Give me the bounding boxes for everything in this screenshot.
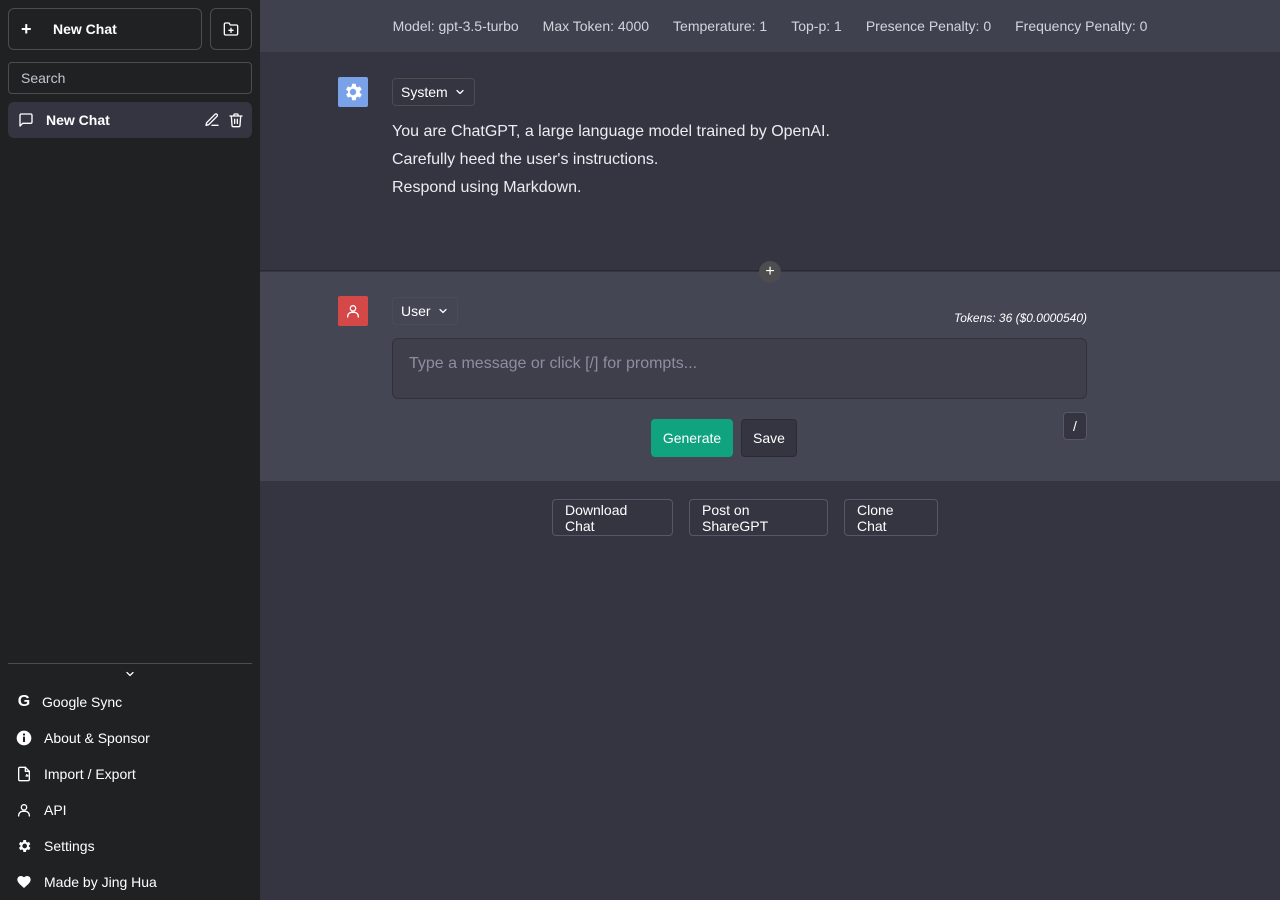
sidebar-divider bbox=[8, 663, 252, 664]
gear-icon bbox=[16, 838, 32, 854]
config-top-p: Top-p: 1 bbox=[791, 18, 842, 34]
role-label: User bbox=[401, 303, 431, 319]
plus-icon: + bbox=[765, 263, 775, 280]
menu-item-label: Import / Export bbox=[44, 766, 136, 782]
chevron-down-icon bbox=[454, 86, 466, 98]
system-line: Carefully heed the user's instructions. bbox=[392, 151, 659, 168]
menu-item-label: API bbox=[44, 802, 67, 818]
info-icon bbox=[16, 730, 32, 746]
menu-item-api[interactable]: API bbox=[8, 792, 252, 828]
menu-item-label: About & Sponsor bbox=[44, 730, 150, 746]
plus-icon: + bbox=[21, 19, 32, 39]
folder-plus-icon bbox=[223, 22, 239, 36]
role-label: System bbox=[401, 84, 448, 100]
search-input[interactable] bbox=[8, 62, 252, 94]
system-message: System You are ChatGPT, a large language… bbox=[260, 52, 1280, 271]
person-icon bbox=[347, 305, 359, 318]
new-chat-button[interactable]: + New Chat bbox=[8, 8, 202, 50]
menu-item-label: Google Sync bbox=[42, 694, 123, 710]
chat-bubble-icon bbox=[19, 113, 33, 127]
menu-item-about[interactable]: About & Sponsor bbox=[8, 720, 252, 756]
person-icon bbox=[16, 802, 32, 818]
prompt-library-button[interactable]: / bbox=[1063, 412, 1087, 440]
google-icon: G bbox=[17, 693, 31, 710]
user-avatar bbox=[338, 296, 368, 326]
system-avatar bbox=[338, 77, 368, 107]
config-bar[interactable]: Model: gpt-3.5-turbo Max Token: 4000 Tem… bbox=[260, 0, 1280, 52]
chat-item-label: New Chat bbox=[46, 112, 110, 128]
download-chat-button[interactable]: Download Chat bbox=[552, 499, 673, 536]
chevron-down-icon bbox=[126, 671, 134, 677]
system-line: Respond using Markdown. bbox=[392, 179, 582, 196]
config-temperature: Temperature: 1 bbox=[673, 18, 768, 34]
new-folder-button[interactable] bbox=[210, 8, 252, 50]
config-max-token: Max Token: 4000 bbox=[542, 18, 650, 34]
clone-chat-button[interactable]: Clone Chat bbox=[844, 499, 938, 536]
edit-icon[interactable] bbox=[204, 112, 220, 128]
heart-icon bbox=[16, 874, 32, 890]
gear-icon bbox=[346, 83, 362, 101]
new-chat-label: New Chat bbox=[53, 21, 117, 37]
post-sharegpt-button[interactable]: Post on ShareGPT bbox=[689, 499, 828, 536]
message-input[interactable] bbox=[392, 338, 1087, 399]
menu-item-label: Made by Jing Hua bbox=[44, 874, 157, 890]
token-count: Tokens: 36 ($0.0000540) bbox=[954, 311, 1087, 325]
config-model: Model: gpt-3.5-turbo bbox=[392, 18, 519, 34]
system-message-text[interactable]: You are ChatGPT, a large language model … bbox=[392, 118, 830, 202]
chevron-down-icon bbox=[437, 305, 449, 317]
user-role-dropdown[interactable]: User bbox=[392, 297, 458, 325]
file-export-icon bbox=[16, 766, 32, 782]
menu-item-import-export[interactable]: Import / Export bbox=[8, 756, 252, 792]
save-button[interactable]: Save bbox=[741, 419, 797, 457]
chat-item-actions bbox=[204, 112, 244, 128]
collapse-menu-button[interactable] bbox=[122, 667, 138, 681]
menu-item-settings[interactable]: Settings bbox=[8, 828, 252, 864]
chat-list-item[interactable]: New Chat bbox=[8, 102, 252, 138]
system-role-dropdown[interactable]: System bbox=[392, 78, 475, 106]
config-frequency-penalty: Frequency Penalty: 0 bbox=[1015, 18, 1148, 34]
menu-item-made-by[interactable]: Made by Jing Hua bbox=[8, 864, 252, 900]
menu-item-label: Settings bbox=[44, 838, 95, 854]
trash-icon[interactable] bbox=[228, 112, 244, 128]
user-message: User Tokens: 36 ($0.0000540) Generate Sa… bbox=[260, 272, 1280, 481]
sidebar: + New Chat New Chat G Google bbox=[0, 0, 260, 900]
insert-message-button[interactable]: + bbox=[759, 261, 781, 283]
menu-item-google-sync[interactable]: G Google Sync bbox=[8, 684, 252, 720]
generate-button[interactable]: Generate bbox=[651, 419, 733, 457]
sidebar-menu: G Google Sync About & Sponsor Import / E… bbox=[8, 684, 252, 900]
system-line: You are ChatGPT, a large language model … bbox=[392, 123, 830, 140]
config-presence-penalty: Presence Penalty: 0 bbox=[865, 18, 992, 34]
